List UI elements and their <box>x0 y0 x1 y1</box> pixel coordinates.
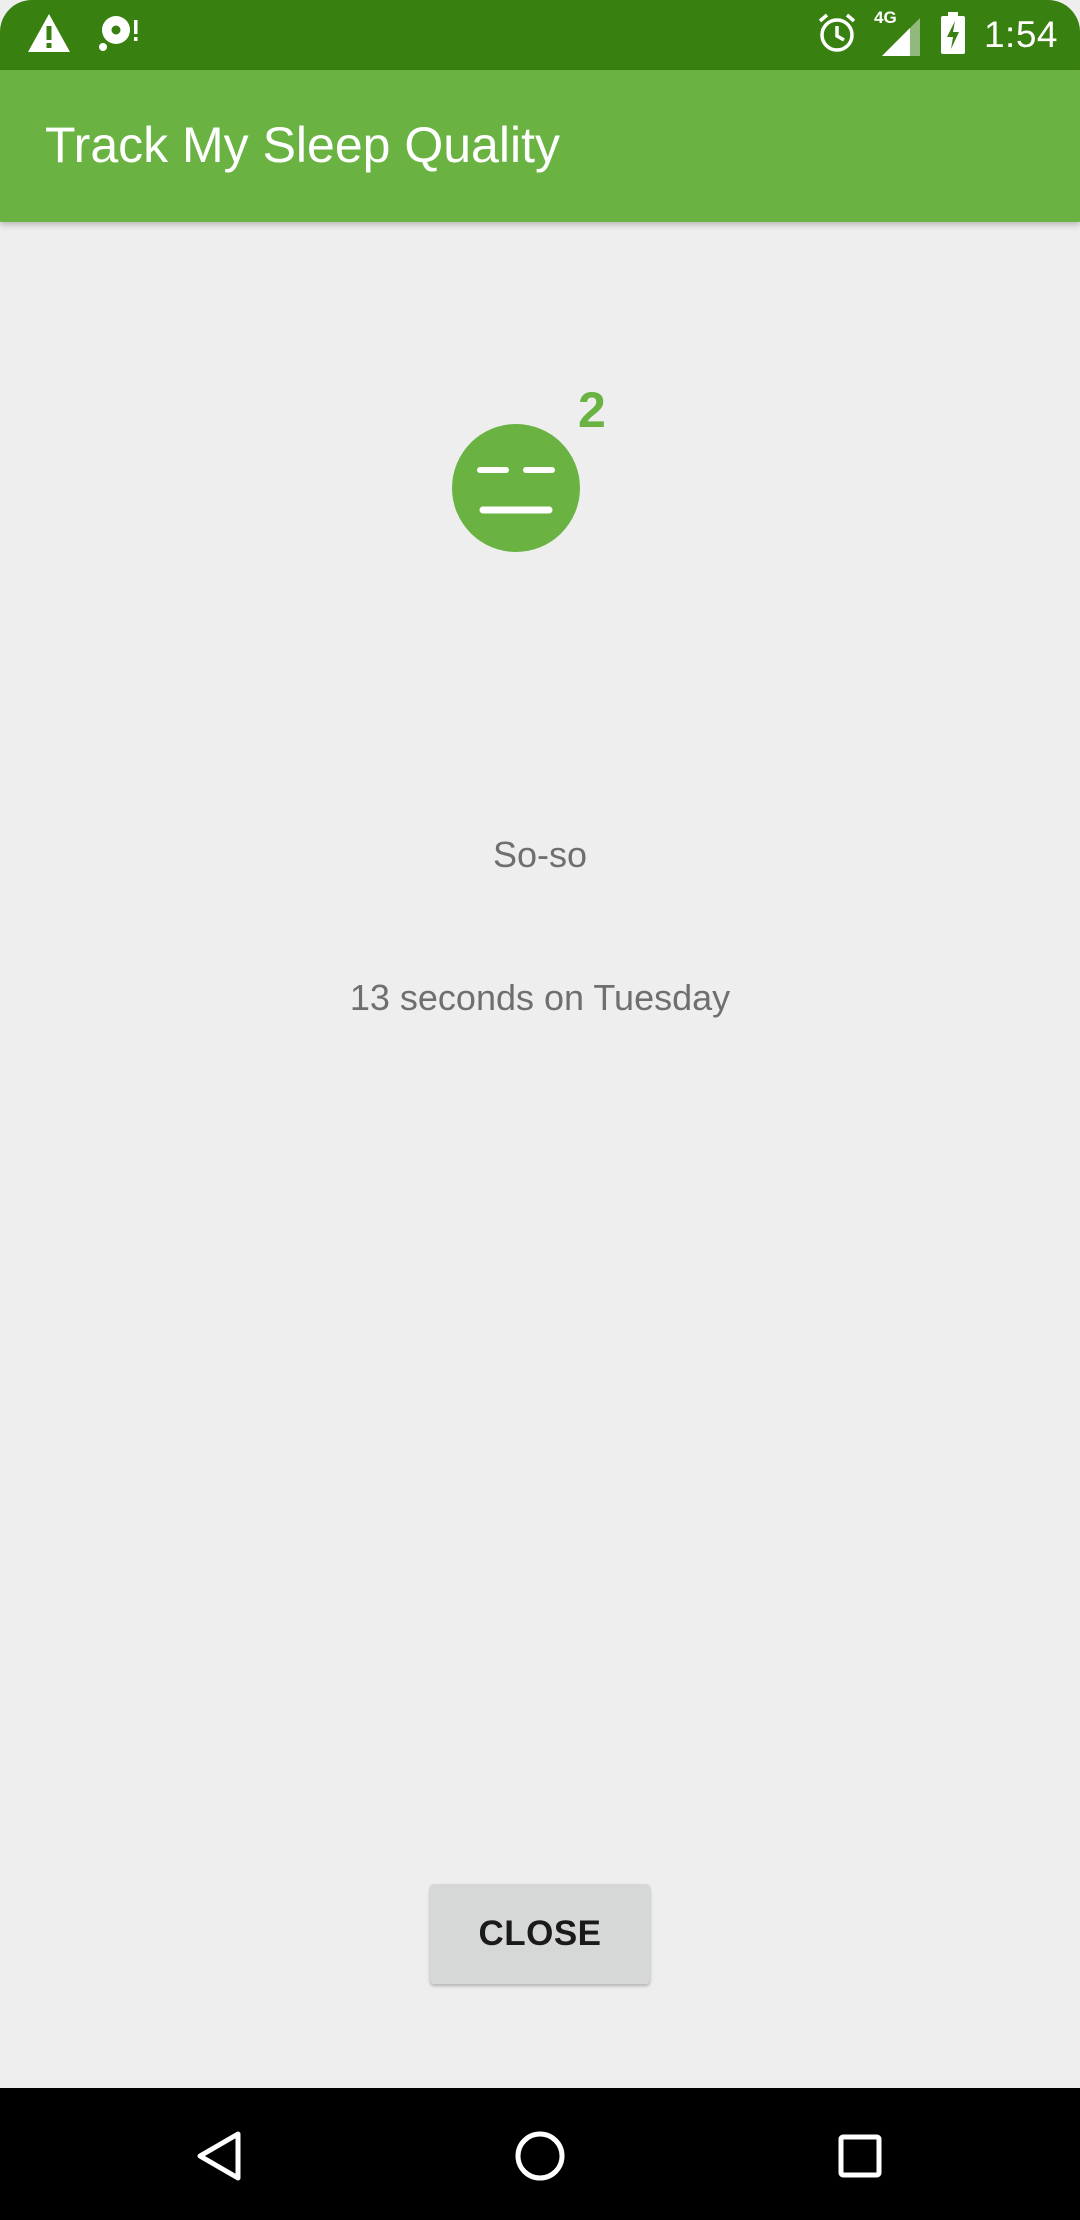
sync-disc-icon <box>98 12 140 59</box>
status-bar-left <box>26 12 140 58</box>
quality-score: 2 <box>578 382 606 438</box>
warning-icon <box>26 12 72 59</box>
app-bar: Track My Sleep Quality <box>0 70 1080 222</box>
app-title: Track My Sleep Quality <box>45 117 560 173</box>
status-bar-right: 4G 1:54 <box>816 8 1058 60</box>
close-button[interactable]: CLOSE <box>430 1884 650 1984</box>
so-so-face-icon <box>452 424 580 552</box>
sleep-detail-screen: 4G 1:54 Track My Sleep Quality 2 So-so 1… <box>0 0 1080 2220</box>
alarm-icon <box>816 12 858 59</box>
quality-label: So-so <box>492 834 588 875</box>
status-time: 1:54 <box>983 14 1058 55</box>
status-bar: 4G 1:54 <box>0 0 1080 70</box>
home-icon[interactable] <box>500 2116 580 2196</box>
battery-charging-icon <box>940 11 966 59</box>
network-type-label: 4G <box>873 8 897 27</box>
navigation-bar <box>0 2088 1080 2220</box>
sleep-duration-label: 13 seconds on Tuesday <box>349 977 731 1018</box>
recents-icon[interactable] <box>820 2116 900 2196</box>
back-icon[interactable] <box>180 2116 260 2196</box>
signal-icon: 4G <box>874 8 922 58</box>
